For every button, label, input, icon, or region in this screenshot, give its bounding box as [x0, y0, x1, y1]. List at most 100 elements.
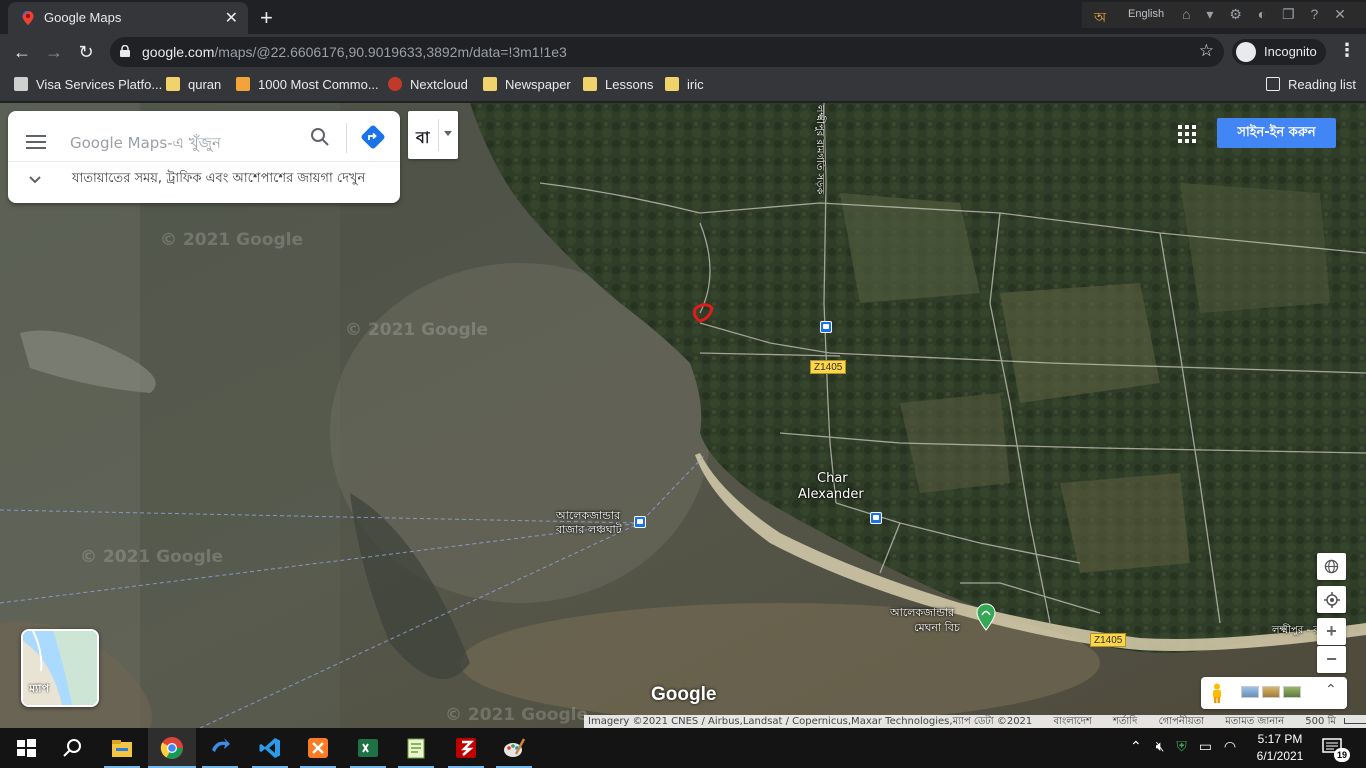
new-tab-button[interactable]: +	[260, 5, 273, 31]
bookmark-label: 1000 Most Commo...	[258, 77, 379, 92]
place-label-char[interactable]: Char	[817, 471, 848, 486]
place-label-alexander[interactable]: Alexander	[798, 487, 864, 502]
search-separator	[346, 123, 347, 153]
windows-taskbar: ⌃ 🔇︎ ⛨ ▭ ◠ 5:17 PM 6/1/2021 19	[0, 728, 1366, 768]
forward-arrow-icon[interactable]: →	[42, 40, 66, 64]
photo-thumbnail-field[interactable]	[1262, 686, 1280, 698]
folder-icon	[665, 77, 679, 91]
bus-stop-icon[interactable]	[820, 321, 832, 333]
address-bar[interactable]: google.com/maps/@22.6606176,90.9019633,3…	[110, 37, 1224, 67]
lakshmipur-label[interactable]: লক্ষ্মীপুর - র	[1272, 623, 1319, 640]
url-text[interactable]: google.com/maps/@22.6606176,90.9019633,3…	[142, 44, 567, 60]
apps-grid-icon[interactable]	[1178, 125, 1196, 143]
map-canvas[interactable]: © 2021 Google © 2021 Google © 2021 Googl…	[0, 103, 1366, 728]
language-toolbar[interactable]: অ English ⌂ ▾ ⚙ ◐ ❐ ? ✕	[1082, 2, 1366, 28]
excel-icon[interactable]	[356, 736, 380, 760]
road-shield[interactable]: Z1405	[810, 360, 847, 374]
my-location-button[interactable]	[1317, 586, 1346, 613]
folder-icon	[483, 77, 497, 91]
beach-label-line2[interactable]: মেঘনা বিচ	[914, 619, 960, 638]
vscode-icon[interactable]	[258, 736, 282, 760]
bookmark-iric[interactable]: iric	[665, 77, 704, 95]
language-label[interactable]: English	[1128, 8, 1164, 20]
bookmark-label: Newspaper	[505, 77, 571, 92]
dropdown-separator	[438, 119, 439, 151]
globe-view-button[interactable]	[1317, 553, 1346, 580]
window-controls-icons[interactable]: ⌂ ▾ ⚙ ◐ ❐ ? ✕	[1182, 6, 1352, 23]
bus-stop-icon[interactable]	[870, 512, 882, 524]
footer-link-terms[interactable]: শর্তাদি	[1113, 716, 1137, 727]
tab-strip: Google Maps ✕ + অ English ⌂ ▾ ⚙ ◐ ❐ ? ✕	[0, 0, 1366, 34]
tab-close-icon[interactable]: ✕	[225, 8, 238, 28]
xampp-icon[interactable]	[306, 736, 330, 760]
scale-bar	[1343, 718, 1366, 724]
tray-chevron-icon[interactable]: ⌃	[1130, 738, 1142, 754]
reload-icon[interactable]: ↻	[74, 40, 98, 64]
reading-list[interactable]: Reading list	[1266, 77, 1356, 95]
tab-google-maps[interactable]: Google Maps ✕	[8, 2, 248, 34]
attribution-bar: Imagery ©2021 CNES / Airbus,Landsat / Co…	[584, 715, 1366, 728]
bookmark-visa[interactable]: Visa Services Platfo...	[14, 77, 162, 95]
wifi-icon[interactable]: ◠	[1224, 738, 1236, 754]
notepad-icon[interactable]	[404, 736, 428, 760]
bookmark-lessons[interactable]: Lessons	[583, 77, 653, 95]
volume-muted-icon[interactable]: 🔇︎	[1156, 738, 1165, 754]
app-arrow-icon[interactable]	[208, 736, 232, 760]
map-type-toggle[interactable]: ম্যাপ	[21, 629, 99, 707]
traffic-hint-text[interactable]: যাতায়াতের সময়, ট্রাফিক এবং আশেপাশের জা…	[72, 169, 382, 188]
folder-icon	[166, 77, 180, 91]
bookmark-quran[interactable]: quran	[166, 77, 221, 95]
zoom-out-button[interactable]: −	[1317, 646, 1346, 673]
ferry-terminal-icon[interactable]	[634, 516, 646, 528]
search-input[interactable]	[70, 125, 300, 161]
url-path: /maps/@22.6606176,90.9019633,3892m/data=…	[214, 44, 567, 60]
lock-icon	[120, 45, 130, 57]
footer-link-feedback[interactable]: মতামত জানান	[1225, 716, 1284, 727]
road-label-vertical[interactable]: লক্ষ্মীপুর রামগতি সড়ক	[810, 105, 827, 194]
beach-pin-icon[interactable]	[976, 603, 996, 631]
watermark: © 2021 Google	[445, 705, 588, 725]
chevron-down-icon[interactable]	[28, 175, 42, 185]
back-arrow-icon[interactable]: ←	[10, 40, 34, 64]
street-view-bar[interactable]: ⌃	[1201, 677, 1347, 709]
incognito-badge[interactable]: Incognito	[1232, 39, 1326, 65]
filezilla-icon[interactable]	[454, 736, 478, 760]
system-tray[interactable]: ⌃ 🔇︎ ⛨ ▭ ◠	[1130, 738, 1236, 755]
tab-title: Google Maps	[44, 10, 122, 25]
document-icon	[236, 77, 250, 91]
bookmarks-bar: Visa Services Platfo... quran 1000 Most …	[0, 70, 1366, 102]
system-clock[interactable]: 5:17 PM 6/1/2021	[1250, 731, 1310, 765]
sign-in-button[interactable]: সাইন-ইন করুন	[1217, 118, 1336, 148]
footer-link-privacy[interactable]: গোপনীয়তা	[1159, 716, 1204, 727]
chrome-icon[interactable]	[160, 736, 184, 760]
search-icon[interactable]	[308, 125, 332, 149]
ghat-label-line2[interactable]: বাজার লঞ্চঘাট	[556, 521, 622, 540]
bangla-input-icon[interactable]: অ	[1094, 6, 1106, 30]
bookmark-star-icon[interactable]: ☆	[1199, 41, 1214, 61]
bookmark-newspaper[interactable]: Newspaper	[483, 77, 571, 95]
photo-thumbnail-sky[interactable]	[1241, 686, 1259, 698]
photo-thumbnail-trees[interactable]	[1283, 686, 1301, 698]
battery-icon[interactable]: ▭	[1199, 738, 1212, 754]
bookmark-label: quran	[188, 77, 222, 92]
shield-icon[interactable]: ⛨	[1176, 738, 1187, 754]
file-explorer-icon[interactable]	[110, 736, 134, 760]
directions-icon[interactable]	[360, 124, 386, 150]
bookmark-nextcloud[interactable]: Nextcloud	[388, 77, 468, 95]
bookmark-label: Nextcloud	[410, 77, 468, 92]
windows-start-icon[interactable]	[14, 736, 38, 760]
road-shield[interactable]: Z1405	[1090, 633, 1127, 647]
pegman-icon[interactable]	[1211, 683, 1223, 703]
zoom-in-button[interactable]: +	[1317, 618, 1346, 645]
more-menu-icon[interactable]: ⋮	[1338, 40, 1356, 61]
bookmark-1000-most[interactable]: 1000 Most Commo...	[236, 77, 379, 95]
language-dropdown[interactable]: বা	[408, 111, 458, 159]
url-host: google.com	[142, 44, 215, 60]
footer-link-country[interactable]: বাংলাদেশ	[1053, 716, 1091, 727]
clock-date: 6/1/2021	[1256, 749, 1304, 763]
menu-icon[interactable]	[26, 135, 46, 149]
paint-icon[interactable]	[502, 736, 526, 760]
search-icon[interactable]	[60, 736, 84, 760]
scale-label[interactable]: 500 মি	[1305, 716, 1336, 727]
expand-chevron-icon[interactable]: ⌃	[1325, 681, 1337, 698]
